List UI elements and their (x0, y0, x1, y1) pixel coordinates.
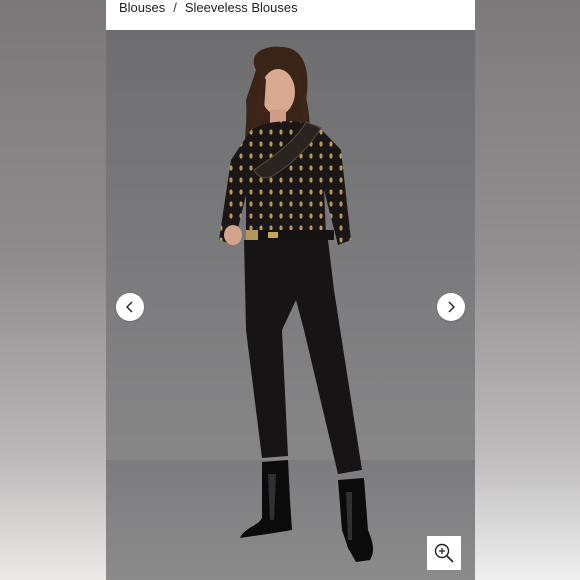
next-image-button[interactable] (437, 293, 465, 321)
zoom-button[interactable] (427, 536, 461, 570)
belt-buckle (246, 230, 258, 240)
belt (246, 230, 334, 240)
face (261, 69, 295, 115)
breadcrumb: Blouses / Sleeveless Blouses (106, 0, 475, 30)
model-illustration (106, 46, 475, 580)
page-backdrop-left (0, 0, 106, 580)
previous-image-button[interactable] (116, 293, 144, 321)
page-backdrop-right (475, 0, 580, 580)
chevron-right-icon (448, 301, 455, 313)
product-photo (106, 30, 475, 580)
jeans (244, 240, 362, 474)
blouse (219, 121, 351, 245)
chevron-left-icon (126, 301, 133, 313)
zoom-in-icon (434, 543, 454, 563)
breadcrumb-item-sleeveless-blouses[interactable]: Sleeveless Blouses (185, 1, 298, 14)
breadcrumb-separator: / (173, 0, 177, 15)
breadcrumb-item-blouses[interactable]: Blouses (119, 1, 165, 14)
product-gallery-frame: Blouses / Sleeveless Blouses (106, 0, 475, 580)
